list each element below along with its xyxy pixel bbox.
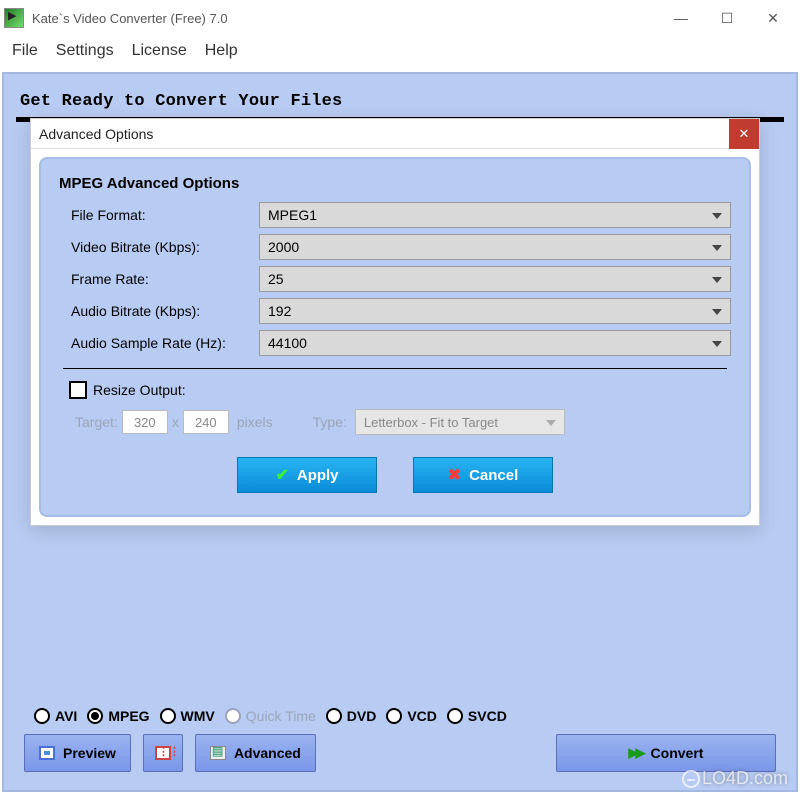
preview-button-label: Preview: [63, 745, 116, 761]
preview-icon: [39, 746, 55, 760]
target-height-input[interactable]: 240: [183, 410, 229, 434]
watermark: LO4D.com: [682, 768, 788, 789]
format-svcd-radio[interactable]: SVCD: [447, 708, 507, 724]
convert-button[interactable]: ▶▶ Convert: [556, 734, 776, 772]
globe-icon: [682, 770, 700, 788]
apply-button[interactable]: ✔ Apply: [237, 457, 377, 493]
dialog-section-title: MPEG Advanced Options: [59, 175, 731, 192]
file-format-select[interactable]: MPEG1: [259, 202, 731, 228]
format-vcd-radio[interactable]: VCD: [386, 708, 437, 724]
format-mpeg-radio[interactable]: MPEG: [87, 708, 149, 724]
advanced-icon: [210, 746, 226, 760]
bottom-area: AVI MPEG WMV Quick Time DVD VCD SVCD Pre…: [18, 702, 782, 772]
menubar: File Settings License Help: [0, 36, 800, 70]
audio-bitrate-value: 192: [268, 303, 291, 319]
cancel-button-label: Cancel: [469, 467, 518, 484]
format-quicktime-radio: Quick Time: [225, 708, 316, 724]
close-button[interactable]: ✕: [750, 3, 796, 33]
window-title: Kate`s Video Converter (Free) 7.0: [32, 11, 228, 26]
resize-output-label: Resize Output:: [93, 382, 186, 398]
advanced-button-label: Advanced: [234, 745, 301, 761]
audio-sample-rate-label: Audio Sample Rate (Hz):: [59, 335, 259, 351]
type-label: Type:: [313, 414, 347, 430]
settings-icon-button[interactable]: [143, 734, 183, 772]
format-wmv-radio[interactable]: WMV: [160, 708, 215, 724]
x-separator: x: [172, 414, 179, 430]
maximize-button[interactable]: ☐: [704, 3, 750, 33]
frame-rate-select[interactable]: 25: [259, 266, 731, 292]
x-icon: ✖: [448, 465, 461, 485]
menu-file[interactable]: File: [12, 42, 38, 60]
frame-rate-label: Frame Rate:: [59, 271, 259, 287]
frame-rate-value: 25: [268, 271, 284, 287]
audio-sample-rate-select[interactable]: 44100: [259, 330, 731, 356]
format-dvd-radio[interactable]: DVD: [326, 708, 377, 724]
play-icon: ▶▶: [629, 745, 643, 761]
window-titlebar: Kate`s Video Converter (Free) 7.0 — ☐ ✕: [0, 0, 800, 36]
menu-license[interactable]: License: [132, 42, 187, 60]
pixels-label: pixels: [237, 414, 273, 430]
dialog-title-text: Advanced Options: [39, 126, 153, 142]
audio-bitrate-label: Audio Bitrate (Kbps):: [59, 303, 259, 319]
video-bitrate-select[interactable]: 2000: [259, 234, 731, 260]
menu-help[interactable]: Help: [205, 42, 238, 60]
preview-button[interactable]: Preview: [24, 734, 131, 772]
cancel-button[interactable]: ✖ Cancel: [413, 457, 553, 493]
video-bitrate-label: Video Bitrate (Kbps):: [59, 239, 259, 255]
main-panel: Get Ready to Convert Your Files Advanced…: [2, 72, 798, 792]
page-title: Get Ready to Convert Your Files: [14, 88, 786, 117]
video-bitrate-value: 2000: [268, 239, 299, 255]
advanced-button[interactable]: Advanced: [195, 734, 316, 772]
menu-settings[interactable]: Settings: [56, 42, 114, 60]
minimize-button[interactable]: —: [658, 3, 704, 33]
audio-sample-rate-value: 44100: [268, 335, 307, 351]
app-icon: [4, 8, 24, 28]
convert-button-label: Convert: [651, 745, 704, 761]
check-icon: ✔: [275, 465, 288, 485]
apply-button-label: Apply: [297, 467, 339, 484]
target-label: Target:: [75, 414, 118, 430]
audio-bitrate-select[interactable]: 192: [259, 298, 731, 324]
separator: [63, 368, 727, 369]
resize-type-value: Letterbox - Fit to Target: [364, 415, 498, 430]
dialog-body: MPEG Advanced Options File Format: MPEG1…: [39, 157, 751, 517]
file-format-label: File Format:: [59, 207, 259, 223]
output-format-row: AVI MPEG WMV Quick Time DVD VCD SVCD: [18, 702, 782, 734]
dialog-titlebar: Advanced Options ✕: [31, 119, 759, 149]
resize-output-checkbox[interactable]: [69, 381, 87, 399]
dialog-close-button[interactable]: ✕: [729, 119, 759, 149]
dots-icon: [155, 746, 171, 760]
resize-type-select: Letterbox - Fit to Target: [355, 409, 565, 435]
file-format-value: MPEG1: [268, 207, 317, 223]
advanced-options-dialog: Advanced Options ✕ MPEG Advanced Options…: [30, 118, 760, 526]
target-width-input[interactable]: 320: [122, 410, 168, 434]
format-avi-radio[interactable]: AVI: [34, 708, 77, 724]
